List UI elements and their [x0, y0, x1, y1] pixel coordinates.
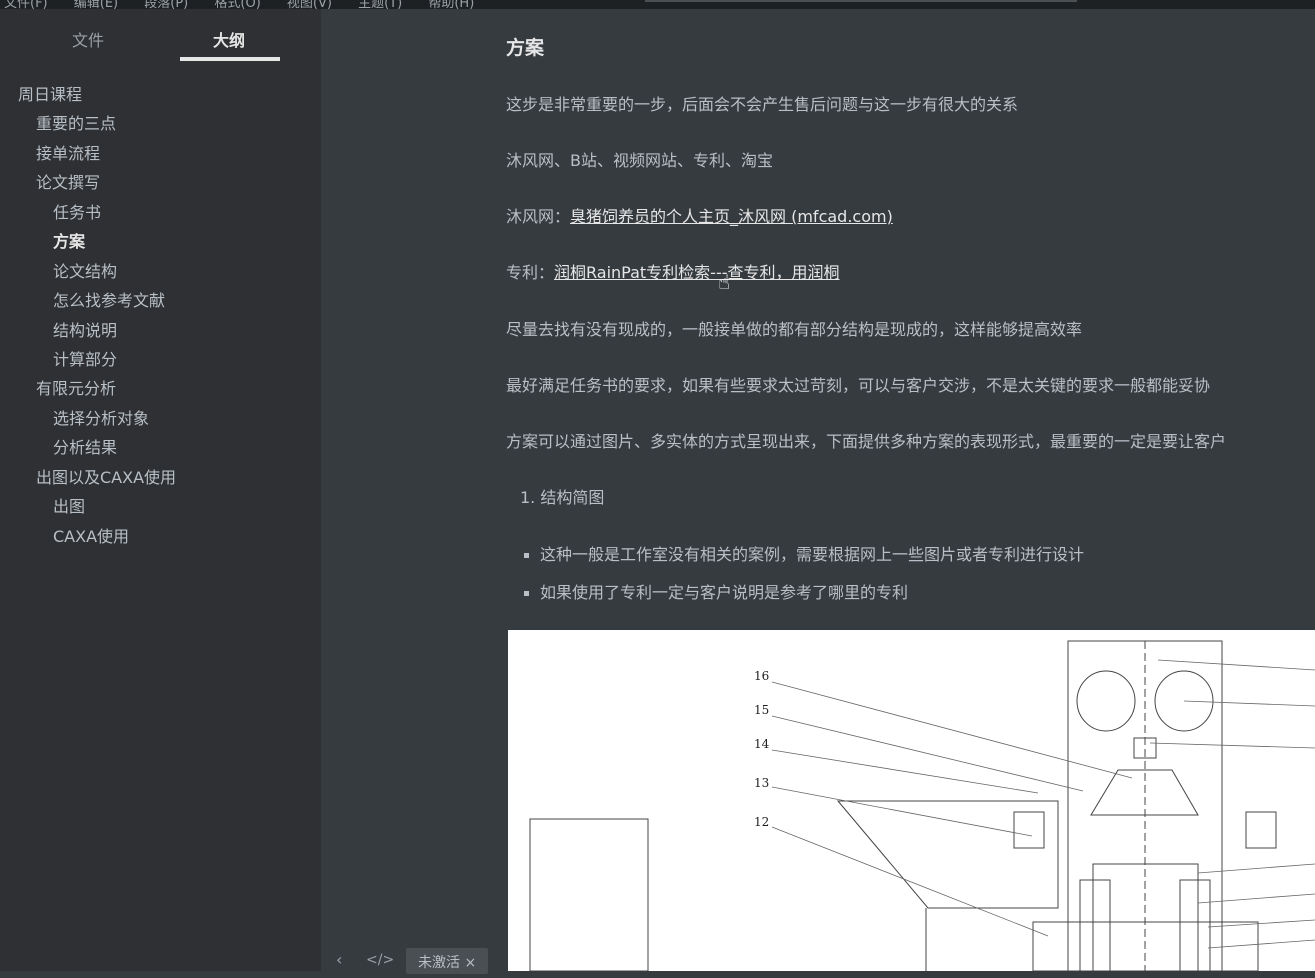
figure-label-14: 14: [754, 737, 770, 751]
menu-file[interactable]: 文件(F): [4, 0, 48, 9]
paragraph-presentation: 方案可以通过图片、多实体的方式呈现出来，下面提供多种方案的表现形式，最重要的一定…: [506, 432, 1227, 451]
paragraph-patent: 专利：润桐RainPat专利检索---查专利，用润桐: [506, 259, 840, 283]
outline-item-three-points[interactable]: 重要的三点: [36, 110, 116, 134]
tab-files[interactable]: 文件: [72, 27, 104, 51]
paragraph-sources: 沐风网、B站、视频网站、专利、淘宝: [506, 151, 773, 170]
paragraph-requirements: 最好满足任务书的要求，如果有些要求太过苛刻，可以与客户交涉，不是太关键的要求一般…: [506, 376, 1211, 395]
bullet-marker: [524, 591, 529, 596]
figure-label-16: 16: [754, 669, 769, 683]
menu-items: 文件(F) 编辑(E) 段落(P) 格式(O) 视图(V) 主题(T) 帮助(H…: [4, 0, 496, 9]
outline-item-find-references[interactable]: 怎么找参考文献: [53, 287, 165, 311]
patent-label: 专利：: [506, 263, 555, 282]
ordered-list-item: 1. 结构简图: [520, 488, 605, 507]
bullet-item: 如果使用了专利一定与客户说明是参考了哪里的专利: [524, 579, 908, 603]
outline-item-calculation[interactable]: 计算部分: [53, 346, 117, 370]
active-tab-indicator: [180, 57, 280, 61]
paragraph-mufeng: 沐风网：臭猪饲养员的个人主页_沐风网 (mfcad.com): [506, 203, 893, 227]
outline-item-scheme[interactable]: 方案: [53, 228, 85, 252]
outline-item-fea[interactable]: 有限元分析: [36, 375, 116, 399]
structure-sketch-drawing: 16 15 14 13 12: [529, 640, 1315, 971]
outline-item-thesis-writing[interactable]: 论文撰写: [36, 169, 100, 193]
structure-sketch-image: 16 15 14 13 12: [508, 630, 1315, 971]
outline-item-select-target[interactable]: 选择分析对象: [53, 405, 149, 429]
outline-item-caxa-usage[interactable]: CAXA使用: [53, 523, 129, 547]
sidebar-tabs: 文件 大纲: [0, 23, 321, 63]
outline-item-drawing-caxa[interactable]: 出图以及CAXA使用: [36, 464, 176, 488]
menu-bar: 文件(F) 编辑(E) 段落(P) 格式(O) 视图(V) 主题(T) 帮助(H…: [0, 0, 1315, 9]
outline-item-task-book[interactable]: 任务书: [53, 199, 101, 223]
sidebar: 文件 大纲 周日课程 重要的三点 接单流程 论文撰写 任务书 方案 论文结构 怎…: [0, 9, 321, 971]
outline-item-thesis-structure[interactable]: 论文结构: [53, 258, 117, 282]
menu-paragraph[interactable]: 段落(P): [144, 0, 188, 9]
bullet-item: 这种一般是工作室没有相关的案例，需要根据网上一些图片或者专利进行设计: [524, 541, 1084, 565]
editor-gutter: [321, 9, 501, 971]
menu-format[interactable]: 格式(O): [214, 0, 260, 9]
bullet-text: 如果使用了专利一定与客户说明是参考了哪里的专利: [540, 583, 909, 602]
mufeng-link[interactable]: 臭猪饲养员的个人主页_沐风网 (mfcad.com): [570, 207, 893, 226]
window-title-box: [645, 0, 1077, 2]
outline-item-structure-notes[interactable]: 结构说明: [53, 317, 117, 341]
patent-link[interactable]: 润桐RainPat专利检索---查专利，用润桐: [554, 263, 840, 282]
bullet-marker: [524, 553, 529, 558]
paragraph-importance: 这步是非常重要的一步，后面会不会产生售后问题与这一步有很大的关系: [506, 95, 1019, 114]
outline-item-order-flow[interactable]: 接单流程: [36, 140, 100, 164]
activation-status-chip[interactable]: 未激活 ×: [406, 948, 489, 974]
status-footer: ‹ </> 未激活 ×: [321, 940, 501, 974]
paragraph-existing: 尽量去找有没有现成的，一般接单做的都有部分结构是现成的，这样能够提高效率: [506, 320, 1083, 339]
menu-view[interactable]: 视图(V): [287, 0, 332, 9]
figure-label-13: 13: [754, 776, 769, 790]
menu-edit[interactable]: 编辑(E): [74, 0, 118, 9]
menu-theme[interactable]: 主题(T): [358, 0, 402, 9]
prev-icon[interactable]: ‹: [336, 950, 342, 969]
outline-item-drawing[interactable]: 出图: [53, 493, 85, 517]
figure-label-15: 15: [754, 703, 769, 717]
figure-label-12: 12: [754, 815, 769, 829]
bullet-text: 这种一般是工作室没有相关的案例，需要根据网上一些图片或者专利进行设计: [540, 545, 1085, 564]
outline-item-analysis-results[interactable]: 分析结果: [53, 434, 117, 458]
mufeng-label: 沐风网：: [506, 207, 571, 226]
outline-item-sunday-course[interactable]: 周日课程: [18, 81, 82, 105]
hand-cursor-icon: ☝: [718, 270, 731, 294]
tab-outline[interactable]: 大纲: [213, 27, 245, 51]
section-heading: 方案: [506, 37, 545, 59]
source-code-icon[interactable]: </>: [366, 952, 394, 968]
menu-help[interactable]: 帮助(H): [428, 0, 474, 9]
